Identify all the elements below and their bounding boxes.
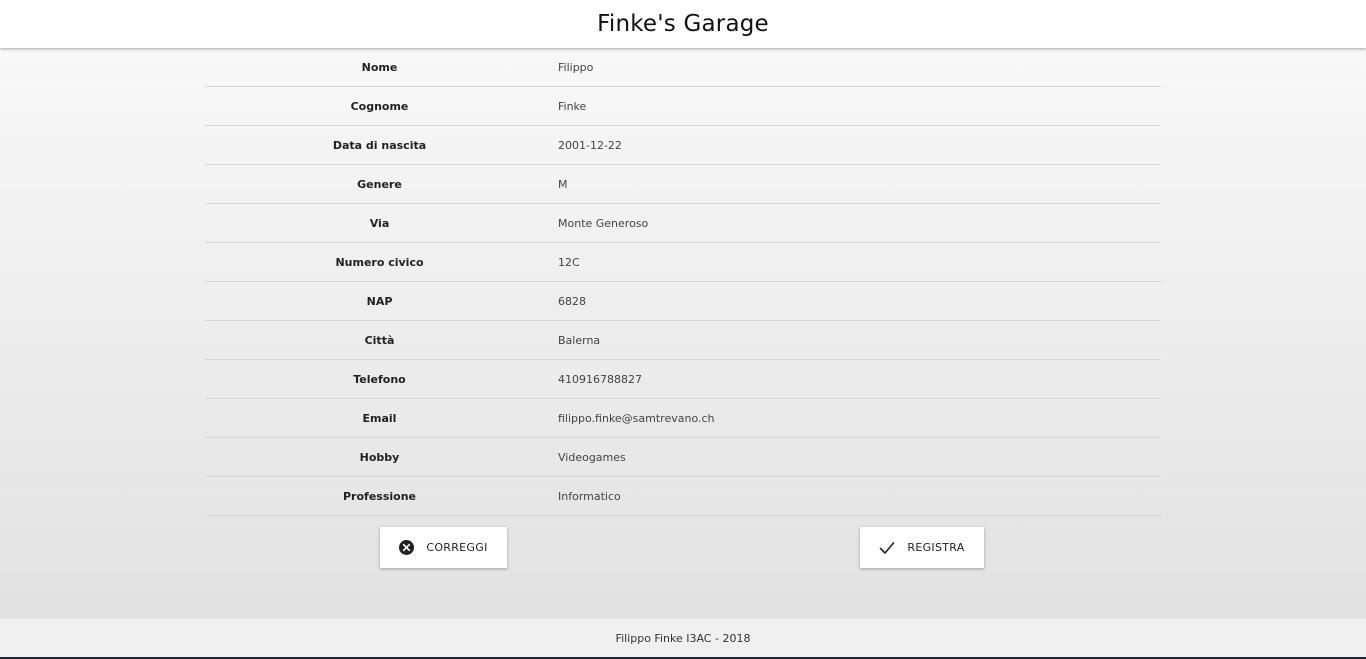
row-label: Cognome [350,99,409,113]
correggi-label: CORREGGI [426,541,488,554]
row-value: 12C [558,255,580,269]
row-label: Numero civico [335,255,424,269]
table-row-data-di-nascita: Data di nascita 2001-12-22 [205,126,1161,165]
table-row-citta: Città Balerna [205,321,1161,360]
row-value: Informatico [558,489,621,503]
row-value: M [558,177,568,191]
table-row-genere: Genere M [205,165,1161,204]
table-row-email: Email filippo.finke@samtrevano.ch [205,399,1161,438]
row-label: Professione [342,489,416,503]
check-icon [879,541,895,555]
row-value: Finke [558,99,587,113]
row-value: Monte Generoso [558,216,649,230]
table-row-via: Via Monte Generoso [205,204,1161,243]
page-title: Finke's Garage [597,11,769,37]
row-label: NAP [366,294,393,308]
row-value: Filippo [558,60,594,74]
page-footer: Filippo Finke I3AC - 2018 [0,619,1366,657]
app-header: Finke's Garage [0,0,1366,48]
table-row-numero-civico: Numero civico 12C [205,243,1161,282]
table-row-nap: NAP 6828 [205,282,1161,321]
cancel-circle-icon [399,540,415,555]
table-row-nome: Nome Filippo [205,48,1161,87]
row-label: Nome [361,60,398,74]
row-label: Email [362,411,397,425]
row-label: Genere [357,177,402,191]
registra-button[interactable]: REGISTRA [860,527,984,568]
row-value: Balerna [558,333,601,347]
row-label: Hobby [359,450,400,464]
summary-table: Nome Filippo Cognome Finke Data di nasci… [205,48,1161,516]
row-label: Data di nascita [332,138,427,152]
table-row-professione: Professione Informatico [205,477,1161,516]
registra-label: REGISTRA [907,541,965,554]
row-value: Videogames [558,450,626,464]
row-value: filippo.finke@samtrevano.ch [558,411,715,425]
table-row-telefono: Telefono 410916788827 [205,360,1161,399]
footer-text: Filippo Finke I3AC - 2018 [615,631,751,645]
table-row-hobby: Hobby Videogames [205,438,1161,477]
row-label: Telefono [353,372,406,386]
row-value: 410916788827 [558,372,642,386]
row-value: 2001-12-22 [558,138,622,152]
row-label: Città [364,333,395,347]
row-label: Via [369,216,390,230]
table-row-cognome: Cognome Finke [205,87,1161,126]
correggi-button[interactable]: CORREGGI [380,527,507,568]
row-value: 6828 [558,294,586,308]
